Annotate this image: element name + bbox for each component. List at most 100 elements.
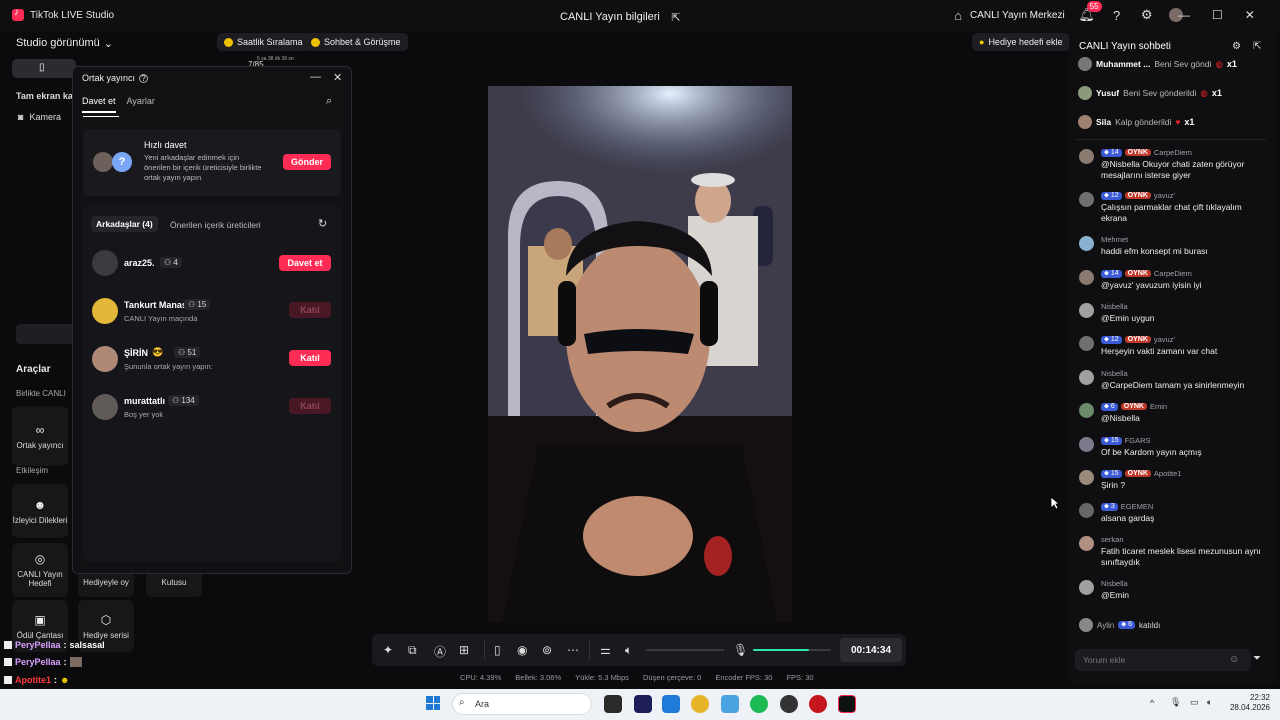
add-source-button[interactable]	[16, 324, 74, 344]
refresh-icon[interactable]: ↻	[318, 217, 327, 230]
chat-username[interactable]: CarpeDiem	[1154, 269, 1192, 278]
chat-settings-icon[interactable]: ⚙	[1232, 41, 1241, 52]
search-icon[interactable]: ⌕	[326, 95, 332, 108]
join-button-disabled[interactable]: Katıl	[289, 398, 331, 414]
friend-status: CANLI Yayın maçında	[124, 314, 198, 323]
settings-sliders-icon[interactable]: ⚌	[600, 643, 611, 657]
tray-chevron-icon[interactable]: ^	[1150, 698, 1154, 708]
suggested-creators-tab[interactable]: Önerilen içerik üreticileri	[170, 220, 261, 230]
chat-username[interactable]: Emin	[1150, 402, 1167, 411]
chat-username[interactable]: serkan	[1101, 535, 1124, 544]
hourly-ranking-tab[interactable]: Saatlik Sıralama	[217, 33, 310, 51]
volume-icon[interactable]: 🔈︎	[1207, 697, 1212, 708]
speaker-volume-slider[interactable]	[646, 649, 724, 651]
popout-icon[interactable]: ⇱	[1253, 41, 1261, 52]
tray-mic-icon[interactable]: 🎙︎	[1170, 697, 1181, 708]
level-value: 15	[1110, 469, 1119, 477]
chat-meta: ⬥ 6 OYNK Emin	[1101, 402, 1167, 411]
spotify-icon[interactable]	[750, 695, 768, 713]
gear-icon[interactable]: ⚙	[1139, 7, 1155, 23]
chat-username[interactable]: Mehmet	[1101, 235, 1128, 244]
phone-icon[interactable]: ▯	[494, 643, 501, 657]
taskbar-clock[interactable]: 22:32 28.04.2026	[1226, 693, 1270, 713]
viewer-wishes-tool[interactable]: ☻ İzleyici Dilekleri	[12, 484, 68, 538]
filter-icon[interactable]: ⏷	[1253, 653, 1261, 664]
more-icon[interactable]: ⋯	[567, 643, 579, 657]
chat-username[interactable]: FGARS	[1125, 436, 1151, 445]
chat-username[interactable]: EGEMEN	[1121, 502, 1154, 511]
chat-username[interactable]: Nisbella	[1101, 302, 1128, 311]
chat-meet-tab[interactable]: Sohbet & Görüşme	[304, 33, 408, 51]
maximize-icon[interactable]: ☐	[1212, 8, 1223, 22]
join-button[interactable]: Katıl	[289, 350, 331, 366]
chat-text: @CarpeDiem tamam ya sinirlenmeyin	[1101, 380, 1245, 390]
help-icon[interactable]: ?	[1109, 7, 1125, 23]
level-badge: ⬥ 12	[1101, 191, 1122, 200]
camera-source[interactable]: ◙ Kamera	[18, 112, 61, 122]
upload-stat: Yükle: 5.3 Mbps	[575, 673, 629, 682]
chat-username[interactable]: Nisbella	[1101, 369, 1128, 378]
settings-app-icon[interactable]	[721, 695, 739, 713]
window-controls: — ☐ ✕	[1178, 8, 1255, 22]
chat-avatar	[1079, 536, 1094, 551]
co-host-tool[interactable]: ∞ Ortak yayıncı	[12, 406, 68, 466]
add-media-icon[interactable]: ⊞	[459, 643, 469, 657]
chat-text: Herşeyin vakti zamanı var chat	[1101, 346, 1218, 356]
emoji-picker-icon[interactable]: ☺	[1229, 654, 1239, 665]
level-value: 12	[1110, 335, 1119, 343]
tiktok-studio-taskbar-icon[interactable]	[838, 695, 856, 713]
join-button-disabled[interactable]: Katıl	[289, 302, 331, 318]
network-icon[interactable]: ▭	[1190, 697, 1199, 708]
chat-input[interactable]: Yorum ekle	[1075, 649, 1251, 671]
ai-icon[interactable]: Ⓐ	[434, 643, 446, 660]
chat-username[interactable]: CarpeDiem	[1154, 148, 1192, 157]
media-app-icon[interactable]	[809, 695, 827, 713]
bell-icon[interactable]: 🔔︎ 55	[1078, 1, 1102, 23]
chrome-icon[interactable]	[691, 695, 709, 713]
speaker-icon[interactable]: 🔈︎	[625, 643, 632, 658]
minimize-icon[interactable]: —	[1178, 8, 1190, 22]
microphone-icon[interactable]: 🎙︎	[733, 643, 748, 657]
live-goal-tool[interactable]: ◎ CANLI Yayın Hedefi	[12, 543, 68, 597]
send-button[interactable]: Gönder	[283, 154, 331, 170]
after-effects-icon[interactable]	[634, 695, 652, 713]
record-icon[interactable]: ◉	[517, 643, 527, 657]
app-icon[interactable]	[780, 695, 798, 713]
tab-invite[interactable]: Davet et	[82, 96, 116, 113]
taskbar-search[interactable]: Ara	[452, 693, 592, 715]
effects-icon[interactable]: ⧉	[408, 643, 417, 658]
close-icon[interactable]: ✕	[1245, 8, 1255, 22]
gift-notification: Muhammet ... Beni Sev göndi ◍ x1	[1078, 55, 1237, 73]
chat-username[interactable]: yavuz'	[1154, 191, 1175, 200]
live-center-button[interactable]: ⌂ CANLI Yayın Merkezi	[950, 7, 1065, 23]
chat-username[interactable]: yavuz'	[1154, 335, 1175, 344]
chat-title: CANLI Yayın sohbeti	[1079, 41, 1171, 52]
studio-view-label: Studio görünümü	[16, 37, 100, 49]
live-info-title[interactable]: CANLI Yayın bilgileri ⇱	[560, 9, 684, 25]
share-icon[interactable]: ⇱	[668, 9, 684, 25]
info-icon[interactable]: ?	[139, 73, 149, 83]
chat-meta: ⬥ 15 OYNK Apotite1	[1101, 469, 1181, 478]
friends-tab[interactable]: Arkadaşlar (4)	[91, 216, 158, 232]
gift-text: Beni Sev göndi	[1154, 59, 1212, 69]
mic-volume-slider[interactable]	[753, 649, 831, 651]
chat-message: serkan Fatih ticaret meslek lisesi mezunu…	[1079, 535, 1265, 567]
gift-icon: ◍	[1215, 58, 1223, 69]
camera-switch-icon[interactable]: ⊚	[542, 643, 552, 657]
magic-wand-icon[interactable]: ✦	[383, 643, 393, 657]
popup-close-icon[interactable]: ✕	[333, 71, 342, 84]
popup-minimize-icon[interactable]: —	[310, 71, 321, 83]
chat-username[interactable]: Nisbella	[1101, 579, 1128, 588]
add-gift-goal-button[interactable]: ● Hediye hedefi ekle	[972, 33, 1070, 51]
studio-view-dropdown[interactable]: Studio görünümü ⌄	[16, 37, 113, 50]
chat-username[interactable]: Apotite1	[1154, 469, 1182, 478]
task-view-icon[interactable]	[604, 695, 622, 713]
outlook-icon[interactable]	[662, 695, 680, 713]
windows-start-icon[interactable]	[426, 696, 440, 710]
co-host-label: Ortak yayıncı	[16, 440, 64, 450]
invite-button[interactable]: Davet et	[279, 255, 331, 271]
gift-text: Kalp gönderildi	[1115, 117, 1172, 127]
tab-settings[interactable]: Ayarlar	[127, 96, 155, 113]
friend-avatar	[92, 346, 118, 372]
tools-heading: Araçlar	[16, 364, 51, 375]
